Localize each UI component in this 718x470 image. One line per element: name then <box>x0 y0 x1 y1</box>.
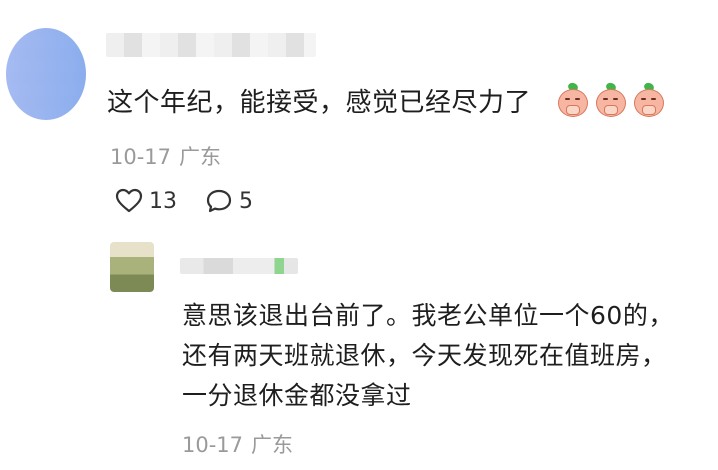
reply-count: 5 <box>239 188 253 214</box>
commenter-avatar[interactable] <box>6 28 86 120</box>
comment-date: 10-17 <box>110 145 172 169</box>
pray-emoji-icon <box>632 81 664 117</box>
like-button[interactable]: 13 <box>115 188 177 214</box>
comment-emojis <box>556 81 664 117</box>
comment-meta: 10-17 广东 <box>110 141 221 171</box>
reply-button[interactable]: 5 <box>205 188 253 214</box>
heart-icon <box>115 188 143 213</box>
reply-date: 10-17 <box>182 433 244 457</box>
reply-line: 一分退休金都没拿过 <box>182 381 412 410</box>
comment-text: 这个年纪，能接受，感觉已经尽力了 <box>107 88 532 118</box>
reply-line: 意思该退出台前了。我老公单位一个60的， <box>182 301 674 330</box>
replier-name-blurred[interactable] <box>180 258 298 274</box>
reply-meta: 10-17 广东 <box>182 429 293 459</box>
like-count: 13 <box>149 188 177 214</box>
comment-bubble-icon <box>206 189 232 213</box>
commenter-name-blurred[interactable] <box>106 33 316 57</box>
pray-emoji-icon <box>556 81 588 117</box>
reply-text: 意思该退出台前了。我老公单位一个60的， 还有两天班就退休，今天发现死在值班房，… <box>182 296 712 416</box>
comment-location: 广东 <box>179 145 222 169</box>
replier-avatar[interactable] <box>110 242 154 292</box>
pray-emoji-icon <box>594 81 626 117</box>
reply-location: 广东 <box>251 433 294 457</box>
reply-line: 还有两天班就退休，今天发现死在值班房， <box>182 341 667 370</box>
